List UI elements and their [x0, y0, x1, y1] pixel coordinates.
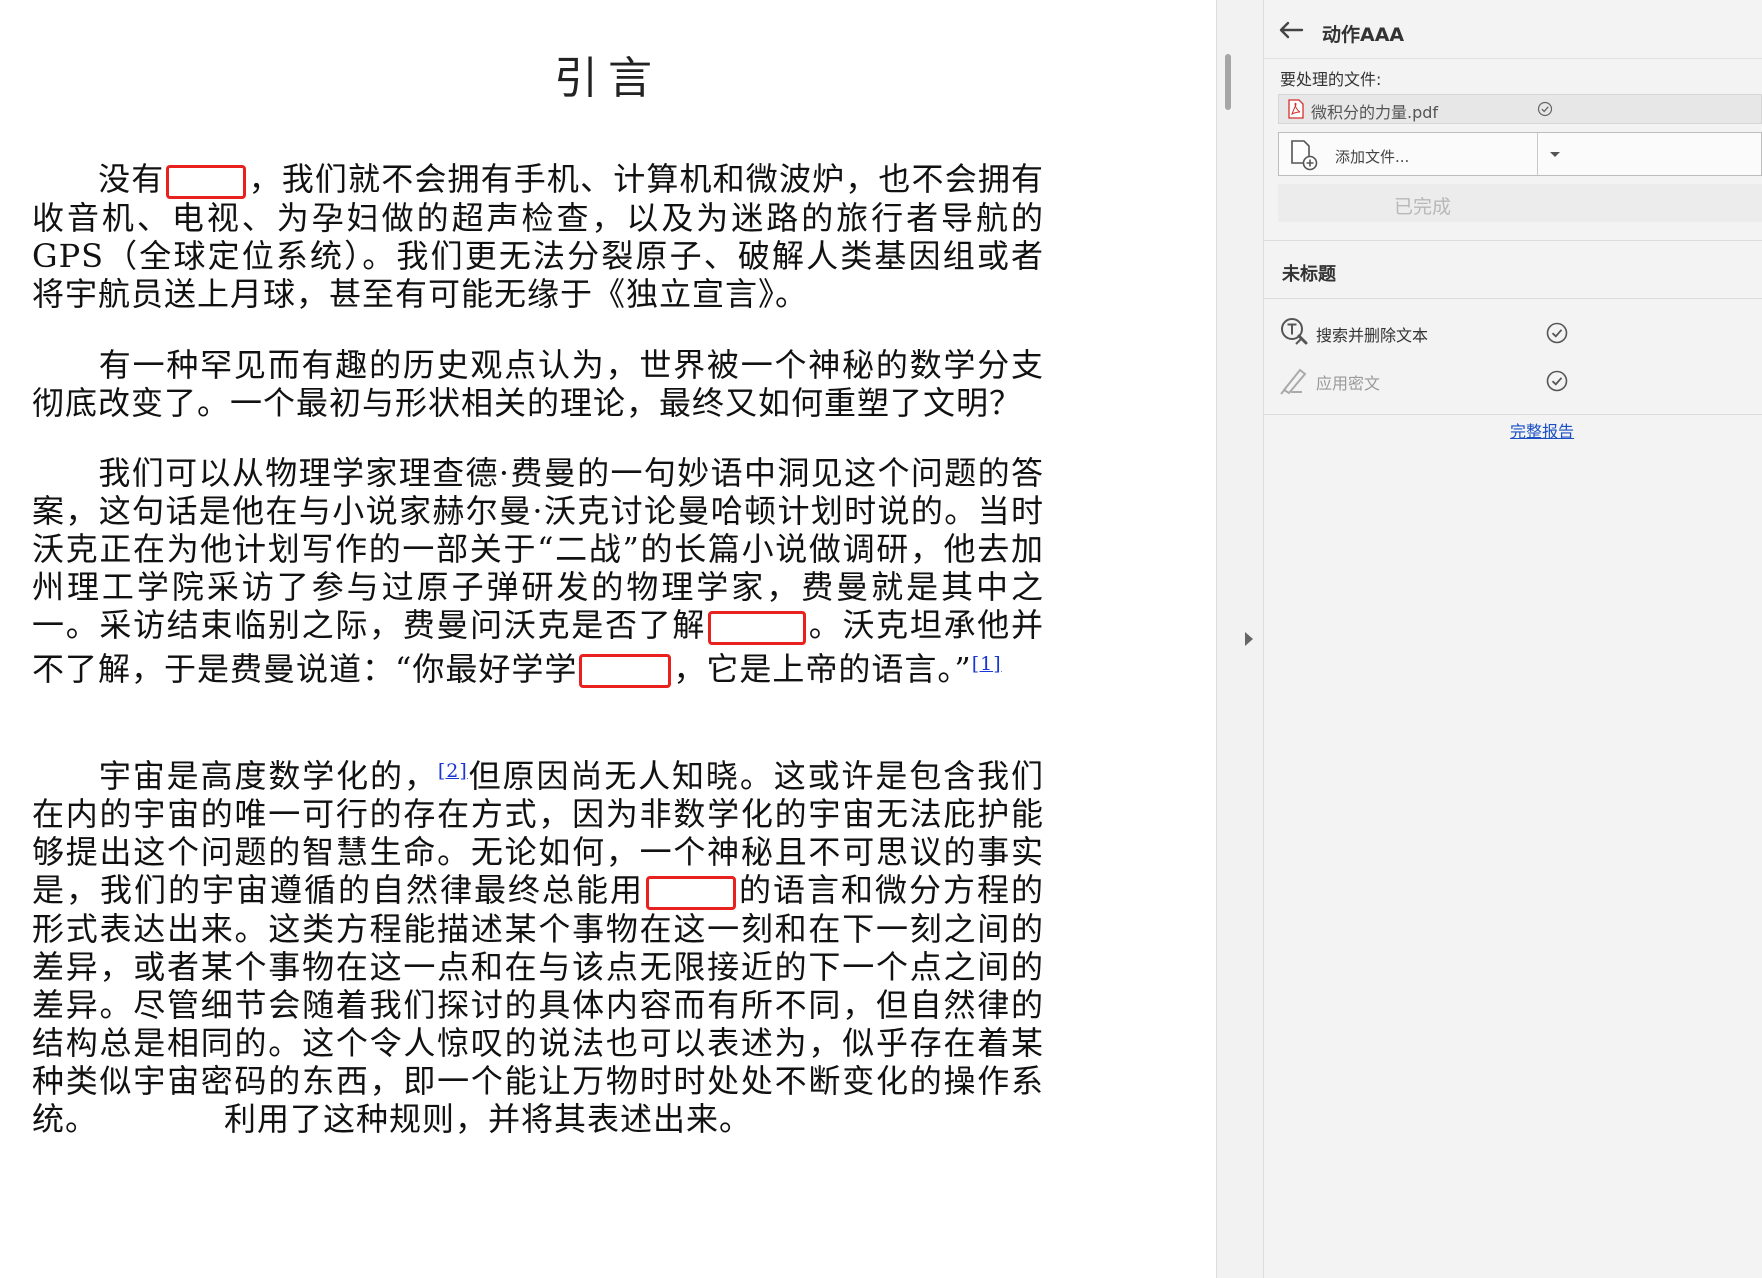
action-label: 应用密文 — [1316, 374, 1381, 393]
done-button[interactable]: 已完成 — [1278, 184, 1762, 222]
action-apply-redactions[interactable]: 应用密文 — [1264, 358, 1762, 402]
add-files-label: 添加文件... — [1335, 148, 1410, 166]
paragraph-text: 有一种罕见而有趣的历史观点认为，世界被一个神秘的数学分支彻底改变了。一个最初与形… — [32, 346, 1044, 422]
chapter-title: 引言 — [554, 53, 662, 104]
panel-collapse-icon[interactable] — [1245, 632, 1253, 646]
chevron-down-icon[interactable] — [1550, 152, 1560, 157]
split-divider — [1537, 133, 1538, 175]
file-list-item[interactable]: 微积分的力量.pdf — [1278, 94, 1762, 124]
paragraph-text: ，它是上帝的语言。” — [673, 649, 972, 688]
divider — [1264, 240, 1762, 241]
action-wizard-panel: 动作AAA 要处理的文件: 微积分的力量.pdf 添加文件... 已完成 未标题 — [1264, 0, 1762, 1278]
redaction-box[interactable] — [645, 875, 736, 910]
add-files-button[interactable]: 添加文件... — [1278, 132, 1762, 176]
redaction-box[interactable] — [708, 610, 807, 645]
paragraph-1: 没有 ，我们就不会拥有手机、计算机和微波炉，也不会拥有收音机、电视、为孕妇做的超声… — [32, 160, 1044, 313]
action-search-remove-text[interactable]: 搜索并删除文本 — [1264, 310, 1762, 354]
check-circle-icon — [1546, 370, 1568, 392]
paragraph-4: 宇宙是高度数学化的，[2]但原因尚无人知晓。这或许是包含我们在内的宇宙的唯一可行… — [32, 752, 1044, 1138]
footnote-link[interactable]: [1] — [972, 653, 1002, 675]
redaction-pen-icon — [1280, 368, 1307, 395]
paragraph-2: 有一种罕见而有趣的历史观点认为，世界被一个神秘的数学分支彻底改变了。一个最初与形… — [32, 346, 1044, 422]
action-title: 动作AAA — [1322, 24, 1405, 46]
add-file-icon — [1291, 140, 1318, 171]
divider — [1264, 298, 1762, 299]
back-arrow-icon[interactable] — [1278, 20, 1304, 40]
footnote-link[interactable]: [2] — [438, 760, 468, 782]
paragraph-3: 我们可以从物理学家理查德·费曼的一句妙语中洞见这个问题的答案，这句话是他在与小说… — [32, 454, 1044, 688]
done-label: 已完成 — [1394, 196, 1452, 218]
pdf-file-icon — [1288, 99, 1304, 119]
action-label: 搜索并删除文本 — [1316, 326, 1429, 345]
check-circle-icon — [1546, 322, 1568, 344]
document-scrollbar[interactable] — [1216, 0, 1264, 1278]
section-heading: 未标题 — [1282, 264, 1336, 285]
paragraph-text: 没有 — [98, 160, 165, 198]
check-circle-icon — [1537, 101, 1553, 117]
paragraph-text: 的语言和微分方程的形式表达出来。这类方程能描述某个事物在这一刻和在下一刻之间的差… — [32, 871, 1044, 1138]
divider — [1264, 414, 1762, 415]
redaction-box[interactable] — [166, 164, 247, 199]
paragraph-text: 宇宙是高度数学化的， — [98, 757, 438, 795]
files-label: 要处理的文件: — [1280, 70, 1382, 89]
full-report-link[interactable]: 完整报告 — [1510, 418, 1574, 442]
paragraph-text: 利用了这种规则，并将其表述出来。 — [224, 1099, 753, 1138]
redaction-box[interactable] — [579, 654, 672, 688]
scrollbar-thumb[interactable] — [1225, 54, 1231, 110]
search-text-icon — [1281, 318, 1308, 345]
file-name: 微积分的力量.pdf — [1311, 103, 1439, 122]
document-view[interactable]: 引言 没有 ，我们就不会拥有手机、计算机和微波炉，也不会拥有收音机、电视、为孕妇做… — [0, 0, 1216, 1278]
panel-header: 动作AAA — [1264, 0, 1762, 59]
